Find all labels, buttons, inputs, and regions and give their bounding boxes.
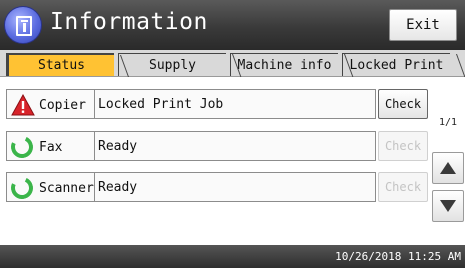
- tab-locked-print[interactable]: Locked Print: [342, 53, 465, 77]
- tab-machine-info[interactable]: Machine info: [230, 53, 354, 77]
- tab-label: Machine info: [237, 57, 332, 73]
- down-arrow-icon: [440, 200, 456, 212]
- tab-label: Locked Print: [349, 57, 444, 73]
- scroll-down-button[interactable]: [432, 190, 464, 222]
- tab-supply[interactable]: Supply: [118, 53, 242, 77]
- device-cell: Fax: [6, 131, 95, 162]
- device-label: Scanner: [39, 180, 94, 196]
- warning-icon: [11, 94, 35, 116]
- check-button[interactable]: Check: [378, 131, 428, 161]
- check-button[interactable]: Check: [378, 89, 428, 119]
- page-indicator: 1/1: [438, 117, 458, 128]
- status-text: Locked Print Job: [95, 89, 376, 119]
- scroll-up-button[interactable]: [432, 152, 464, 184]
- ready-ring-icon: [7, 173, 37, 203]
- status-bar: 10/26/2018 11:25 AM: [0, 245, 465, 268]
- tab-label: Supply: [149, 57, 196, 73]
- device-label: Copier: [39, 97, 86, 113]
- datetime-display: 10/26/2018 11:25 AM: [335, 250, 461, 263]
- device-cell: Copier: [6, 89, 95, 119]
- tab-strip: Status Supply Machine info Locked Print: [0, 50, 465, 78]
- status-row-copier: Copier Locked Print Job Check: [0, 87, 428, 123]
- tab-status[interactable]: Status: [6, 53, 130, 78]
- status-list: Copier Locked Print Job Check Fax Ready …: [0, 77, 465, 245]
- status-row-fax: Fax Ready Check: [0, 129, 428, 165]
- status-text: Ready: [95, 131, 376, 161]
- ready-ring-icon: [7, 132, 37, 162]
- status-row-scanner: Scanner Ready Check: [0, 170, 428, 206]
- page-title: Information: [50, 9, 208, 35]
- title-bar: Information Exit: [0, 0, 465, 50]
- information-icon: [4, 6, 42, 44]
- device-cell: Scanner: [6, 172, 95, 203]
- check-button[interactable]: Check: [378, 172, 428, 202]
- tab-label: Status: [38, 58, 85, 73]
- up-arrow-icon: [440, 162, 456, 174]
- device-label: Fax: [39, 139, 63, 155]
- status-text: Ready: [95, 172, 376, 202]
- exit-button[interactable]: Exit: [389, 9, 457, 41]
